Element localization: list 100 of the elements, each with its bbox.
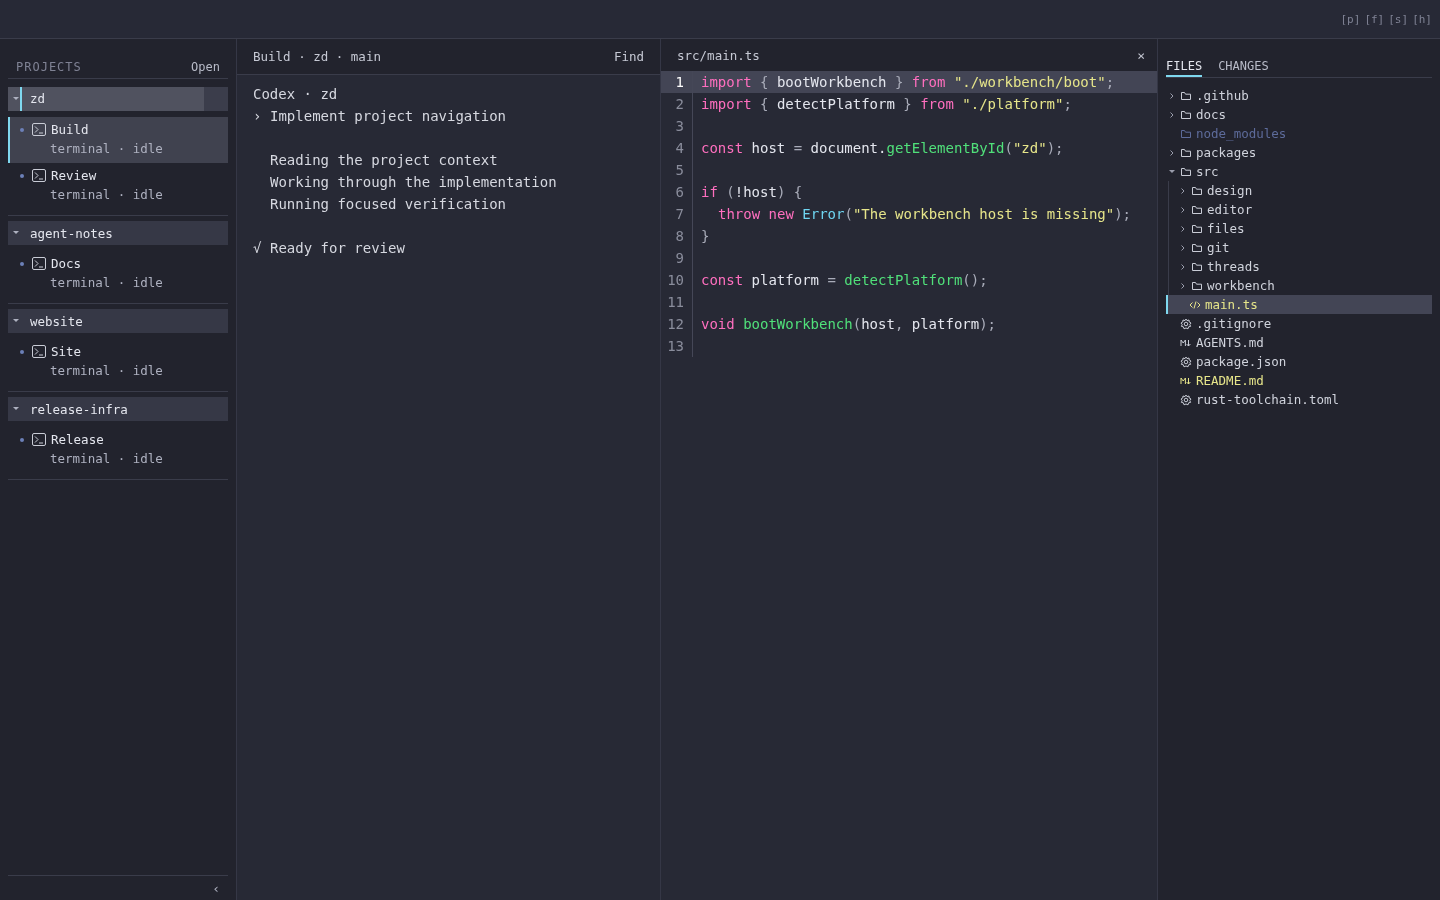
gear-icon [1180, 317, 1192, 330]
line-number: 6 [661, 181, 693, 203]
session-name: Docs [51, 256, 82, 271]
session-item[interactable]: Review terminal · idle [8, 163, 228, 209]
session-item[interactable]: Docs terminal · idle [8, 251, 228, 297]
status-message: Ready for review [270, 239, 405, 258]
code-line: if (!host) { [701, 183, 803, 202]
folder-icon [1191, 222, 1203, 235]
shortcut-hint[interactable]: [f] [1364, 12, 1385, 26]
folder-icon [1180, 127, 1192, 140]
explorer-tab[interactable]: CHANGES [1218, 59, 1269, 77]
tree-item[interactable]: rust-toolchain.toml [1166, 390, 1432, 409]
tree-item[interactable]: workbench [1169, 276, 1432, 295]
terminal-icon [32, 345, 46, 358]
progress-step: Running focused verification [270, 193, 506, 215]
tree-item[interactable]: design [1169, 181, 1432, 200]
gear-icon [1180, 355, 1192, 368]
caret-icon [1168, 91, 1176, 100]
check-mark: √ [253, 239, 263, 258]
session-name: Site [51, 344, 82, 359]
folder-icon [1180, 89, 1192, 102]
session-item[interactable]: Release terminal · idle [8, 427, 228, 473]
shortcut-hint[interactable]: [h] [1412, 12, 1432, 26]
terminal-icon [32, 257, 46, 270]
explorer-tab[interactable]: FILES [1166, 59, 1203, 77]
line-number: 1 [661, 71, 693, 93]
session-name: Build [51, 122, 89, 137]
status-dot [20, 437, 24, 442]
folder-icon [1191, 203, 1203, 216]
status-dot [20, 349, 24, 354]
shortcut-hint[interactable]: [p] [1340, 12, 1361, 26]
session-item[interactable]: Site terminal · idle [8, 339, 228, 385]
close-button[interactable]: × [1137, 47, 1145, 63]
code-line: const platform = detectPlatform(); [701, 271, 988, 290]
caret-icon [12, 317, 20, 325]
caret-icon [1168, 110, 1176, 119]
session-status: terminal · idle [50, 362, 164, 380]
shortcut-hint[interactable]: [s] [1388, 12, 1409, 26]
tree-item[interactable]: threads [1169, 257, 1432, 276]
caret-icon [12, 405, 20, 413]
session-name: Review [51, 168, 97, 183]
status-dot [20, 127, 24, 132]
code-line: const host = document.getElementById("zd"); [701, 139, 1064, 158]
line-number: 10 [661, 269, 693, 291]
caret-icon [12, 95, 20, 103]
tree-item[interactable]: files [1169, 219, 1432, 238]
find-button[interactable]: Find [613, 49, 644, 64]
code-line: throw new Error("The workbench host is missing"); [717, 205, 1132, 224]
gear-icon [1180, 393, 1192, 406]
session-status: terminal · idle [50, 274, 164, 292]
prompt-marker: › [253, 107, 263, 126]
caret-icon [1168, 148, 1176, 157]
tree-item[interactable]: AGENTS.md [1166, 333, 1432, 352]
caret-icon [1179, 281, 1187, 290]
session-status: terminal · idle [50, 140, 164, 158]
caret-icon [1179, 205, 1187, 214]
terminal-icon [32, 433, 46, 446]
caret-icon [1179, 224, 1187, 233]
session-item[interactable]: Build terminal · idle [8, 117, 228, 163]
line-number: 5 [661, 159, 693, 181]
project-header[interactable]: zd [8, 87, 228, 111]
folder-icon [1180, 146, 1192, 159]
tree-item[interactable]: main.ts [1166, 295, 1432, 314]
folder-icon [1180, 108, 1192, 121]
breadcrumb: Build · zd · main [253, 49, 381, 64]
line-number: 3 [661, 115, 693, 137]
project-header[interactable]: agent-notes [8, 221, 228, 245]
project-header[interactable]: release-infra [8, 397, 228, 421]
line-number: 11 [661, 291, 693, 313]
collapse-button[interactable]: ‹ [212, 880, 220, 896]
code-line: import { bootWorkbench } from "./workbench/boot"; [701, 73, 1115, 92]
folder-icon [1180, 165, 1192, 178]
line-number: 8 [661, 225, 693, 247]
code-line: import { detectPlatform } from "./platform"; [701, 95, 1072, 114]
line-number: 13 [661, 335, 693, 357]
prompt-text: Implement project navigation [270, 107, 506, 126]
project-header[interactable]: website [8, 309, 228, 333]
caret-icon [1168, 167, 1176, 176]
section-title: PROJECTS [16, 59, 82, 74]
terminal-icon [32, 123, 46, 136]
caret-icon [12, 229, 20, 237]
tree-item[interactable]: package.json [1166, 352, 1432, 371]
tree-item[interactable]: README.md [1166, 371, 1432, 390]
tree-item[interactable]: packages [1166, 143, 1432, 162]
tree-item[interactable]: editor [1169, 200, 1432, 219]
file-tab[interactable]: src/main.ts [677, 47, 760, 63]
folder-icon [1191, 260, 1203, 273]
line-number: 7 [661, 203, 693, 225]
folder-icon [1191, 279, 1203, 292]
tree-item[interactable]: .github [1166, 86, 1432, 105]
tree-item[interactable]: docs [1166, 105, 1432, 124]
session-name: Release [51, 432, 104, 447]
tree-item[interactable]: git [1169, 238, 1432, 257]
line-number: 9 [661, 247, 693, 269]
open-link[interactable]: Open [191, 59, 220, 74]
status-dot [20, 173, 24, 178]
terminal-icon [32, 169, 46, 182]
status-dot [20, 261, 24, 266]
tree-item[interactable]: src [1166, 162, 1432, 181]
tree-item[interactable]: .gitignore [1166, 314, 1432, 333]
